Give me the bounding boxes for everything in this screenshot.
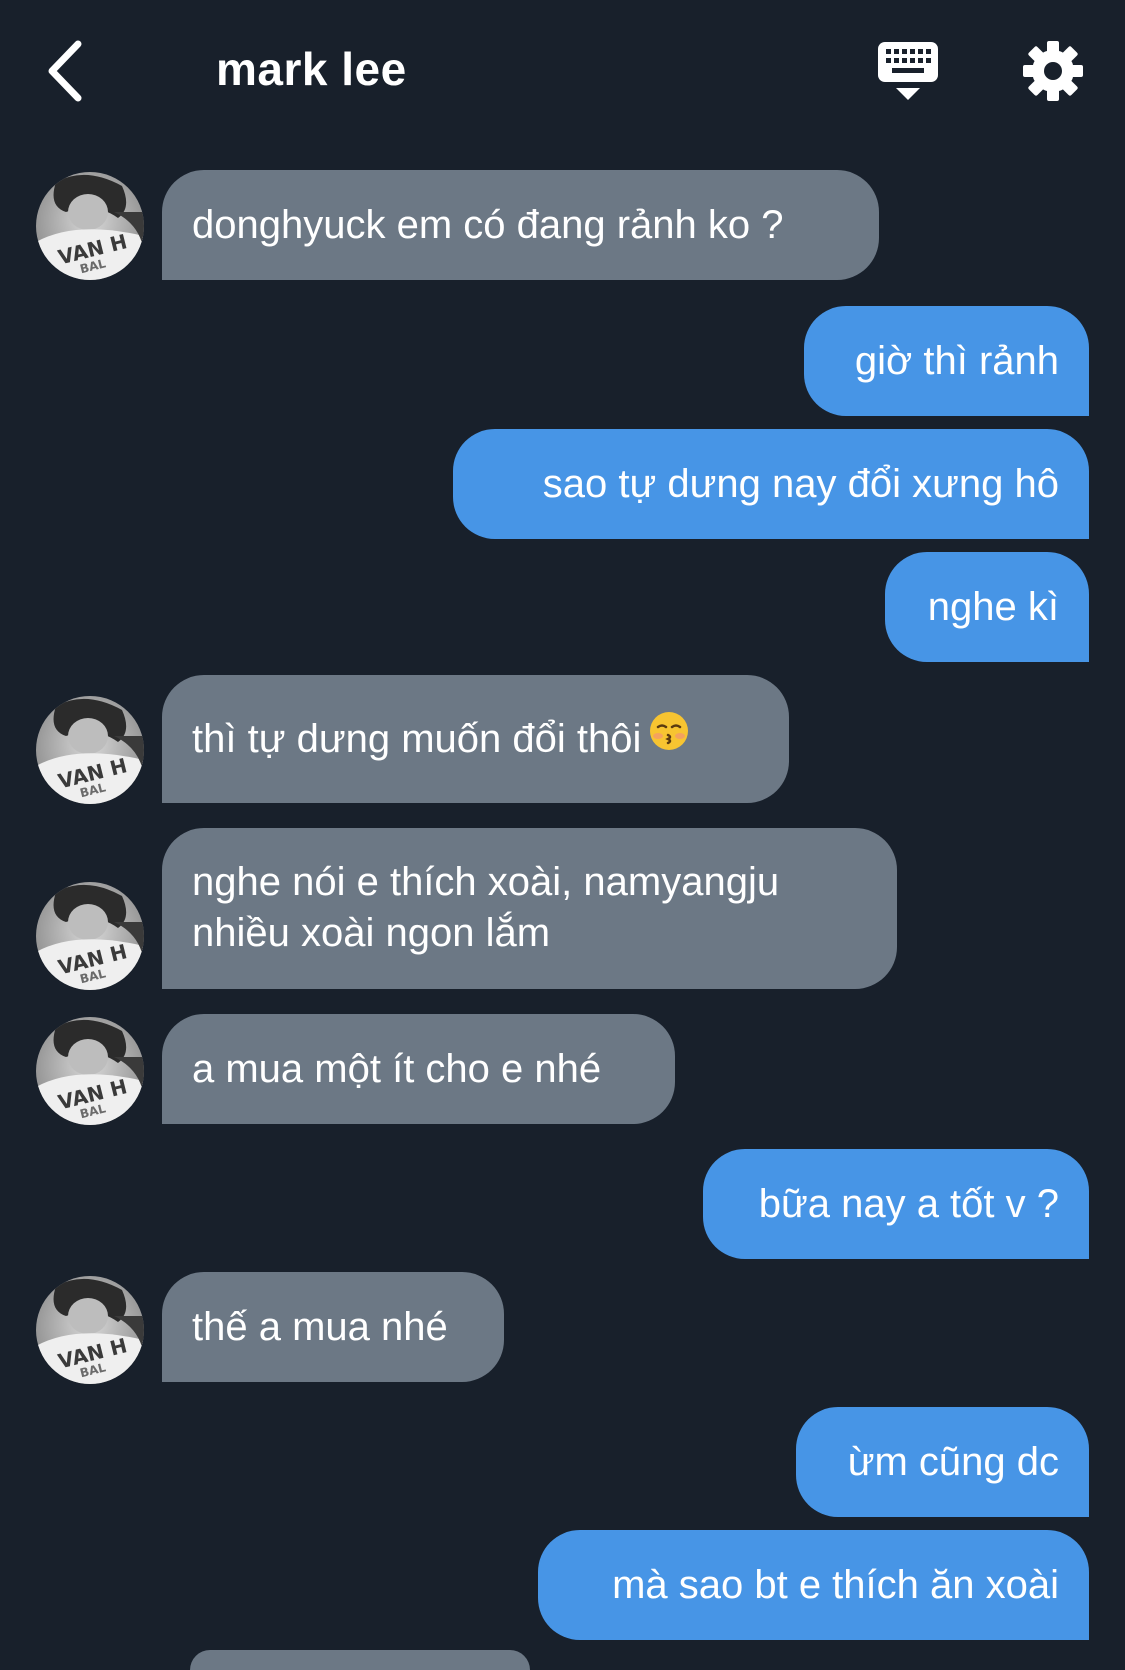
message-text: bữa nay a tốt v ? <box>758 1182 1059 1226</box>
message-text: mà sao bt e thích ăn xoài <box>612 1563 1059 1607</box>
message-text: ừm cũng dc <box>847 1440 1059 1484</box>
message-bubble-received[interactable]: thế a mua nhé <box>162 1272 504 1382</box>
message-line: nghe nói e thích xoài, namyangju <box>192 860 780 904</box>
message-text: a mua một ít cho e nhé <box>192 1047 602 1091</box>
message-bubble-received[interactable]: a mua một ít cho e nhé <box>162 1014 675 1124</box>
message-bubble-sent[interactable]: sao tự dưng nay đổi xưng hô <box>453 429 1089 539</box>
chat-header: mark lee <box>0 0 1125 140</box>
contact-avatar[interactable] <box>36 696 144 804</box>
message-bubble-sent[interactable]: bữa nay a tốt v ? <box>703 1149 1089 1259</box>
message-bubble-sent[interactable]: ừm cũng dc <box>796 1407 1089 1517</box>
message-text: giờ thì rảnh <box>854 339 1059 383</box>
message-line: nhiều xoài ngon lắm <box>192 911 551 955</box>
settings-button[interactable] <box>1022 40 1084 102</box>
message-bubble-sent[interactable]: nghe kì <box>885 552 1089 662</box>
message-bubble-received[interactable]: donghyuck em có đang rảnh ko ? <box>162 170 879 280</box>
contact-avatar[interactable] <box>36 1017 144 1125</box>
message-bubble-received[interactable]: nghe nói e thích xoài, namyangju nhiều x… <box>162 828 897 989</box>
message-bubble-sent[interactable]: mà sao bt e thích ăn xoài <box>538 1530 1089 1640</box>
message-bubble-sent[interactable]: giờ thì rảnh <box>804 306 1089 416</box>
keyboard-icon <box>878 42 938 100</box>
contact-name: mark lee <box>216 43 407 95</box>
contact-avatar[interactable] <box>36 172 144 280</box>
message-text: thế a mua nhé <box>192 1305 448 1349</box>
contact-avatar[interactable] <box>36 1276 144 1384</box>
gear-icon <box>1023 41 1083 101</box>
message-text: donghyuck em có đang rảnh ko ? <box>192 203 784 247</box>
kissing-face-closed-eyes-icon <box>649 674 689 802</box>
message-text: thì tự dưng muốn đổi thôi <box>192 717 642 761</box>
message-text: nghe kì <box>927 585 1059 629</box>
keyboard-button[interactable] <box>876 40 940 106</box>
message-bubble-received[interactable]: thì tự dưng muốn đổi thôi <box>162 675 789 803</box>
message-content: thì tự dưng muốn đổi thôi <box>192 675 759 803</box>
message-text: sao tự dưng nay đổi xưng hô <box>542 462 1059 506</box>
chevron-left-icon <box>48 40 82 102</box>
message-bubble-received-partial[interactable] <box>190 1650 530 1670</box>
back-button[interactable] <box>40 36 100 106</box>
contact-avatar[interactable] <box>36 882 144 990</box>
